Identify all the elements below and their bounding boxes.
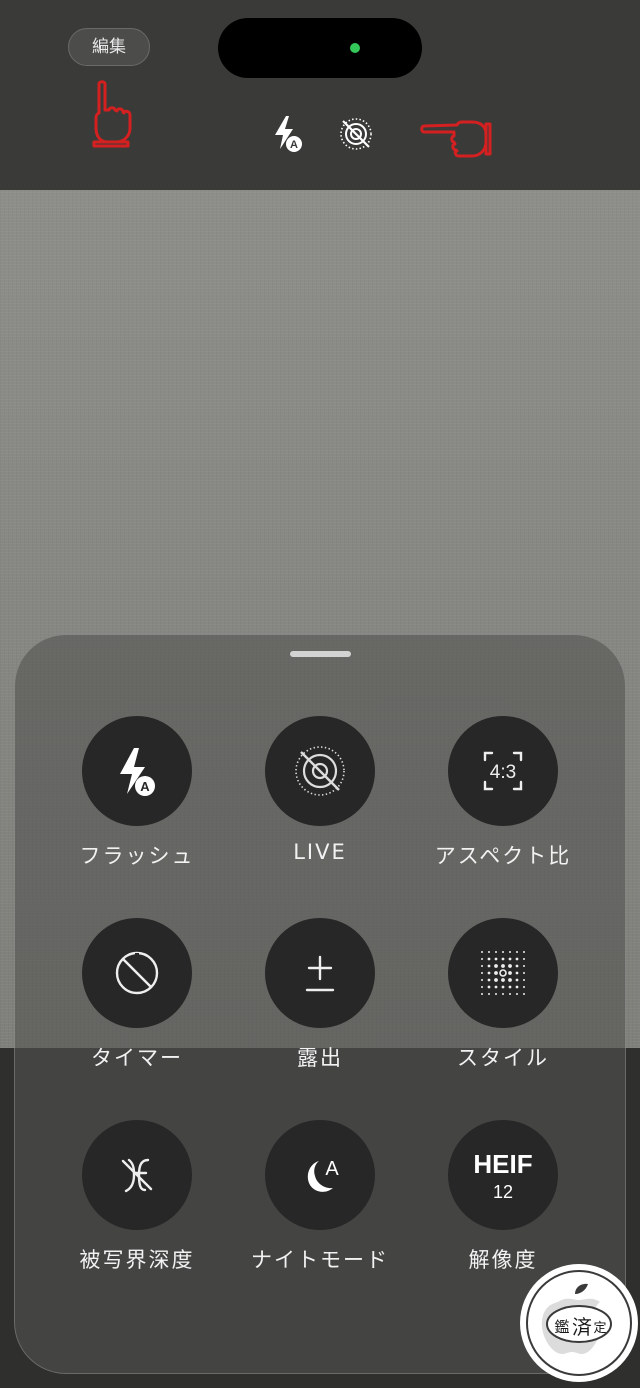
svg-text:A: A xyxy=(325,1158,339,1180)
resolution-megapixels-text: 12 xyxy=(492,1182,514,1202)
style-grid-icon xyxy=(481,951,525,995)
sheet-grabber[interactable] xyxy=(290,651,351,657)
timer-control[interactable]: タイマー xyxy=(45,918,229,1098)
exposure-icon xyxy=(305,955,335,992)
live-off-icon xyxy=(295,746,345,796)
flash-auto-icon[interactable]: A xyxy=(272,114,306,154)
live-control-button[interactable] xyxy=(265,716,375,826)
svg-text:A: A xyxy=(290,139,298,151)
timer-label: タイマー xyxy=(91,1046,183,1070)
night-mode-button[interactable]: A xyxy=(265,1120,375,1230)
aspect-ratio-label: アスペクト比 xyxy=(434,844,572,868)
aspect-ratio-control[interactable]: 4:3 アスペクト比 xyxy=(411,716,595,896)
svg-text:4:3: 4:3 xyxy=(490,762,516,783)
svg-text:済: 済 xyxy=(572,1315,592,1339)
edit-button[interactable]: 編集 xyxy=(68,28,150,66)
aspect-ratio-button[interactable]: 4:3 xyxy=(448,716,558,826)
live-off-icon[interactable] xyxy=(338,116,374,152)
aspect-ratio-icon: 4:3 xyxy=(483,751,523,791)
night-mode-auto-icon: A xyxy=(307,1158,339,1192)
depth-of-field-control[interactable]: 被写界深度 xyxy=(45,1120,229,1300)
svg-text:定: 定 xyxy=(593,1321,606,1336)
watermark-badge: 鑑 済 定 xyxy=(520,1264,638,1382)
timer-button[interactable] xyxy=(82,918,192,1028)
resolution-format-text: HEIF xyxy=(473,1149,533,1179)
night-mode-control[interactable]: A ナイトモード xyxy=(228,1120,412,1300)
pointing-up-hand-icon xyxy=(92,80,132,148)
pointing-left-hand-icon xyxy=(420,120,492,158)
style-label: スタイル xyxy=(457,1046,549,1070)
night-mode-label: ナイトモード xyxy=(251,1248,389,1272)
depth-of-field-button[interactable] xyxy=(82,1120,192,1230)
flash-auto-icon: A xyxy=(120,748,155,796)
style-button[interactable] xyxy=(448,918,558,1028)
flash-control-button[interactable]: A xyxy=(82,716,192,826)
exposure-label: 露出 xyxy=(297,1046,343,1070)
timer-off-icon xyxy=(115,951,159,995)
depth-of-field-off-icon xyxy=(121,1158,153,1193)
dynamic-island xyxy=(218,18,422,78)
exposure-control[interactable]: 露出 xyxy=(228,918,412,1098)
style-control[interactable]: スタイル xyxy=(411,918,595,1098)
svg-text:A: A xyxy=(140,779,150,794)
flash-control[interactable]: A フラッシュ xyxy=(45,716,229,896)
camera-in-use-indicator xyxy=(350,43,360,53)
exposure-button[interactable] xyxy=(265,918,375,1028)
live-control[interactable]: LIVE xyxy=(228,716,412,896)
live-label: LIVE xyxy=(293,840,347,864)
resolution-button[interactable]: HEIF 12 xyxy=(448,1120,558,1230)
svg-text:鑑: 鑑 xyxy=(554,1318,569,1336)
depth-of-field-label: 被写界深度 xyxy=(79,1248,195,1272)
flash-label: フラッシュ xyxy=(79,844,195,868)
